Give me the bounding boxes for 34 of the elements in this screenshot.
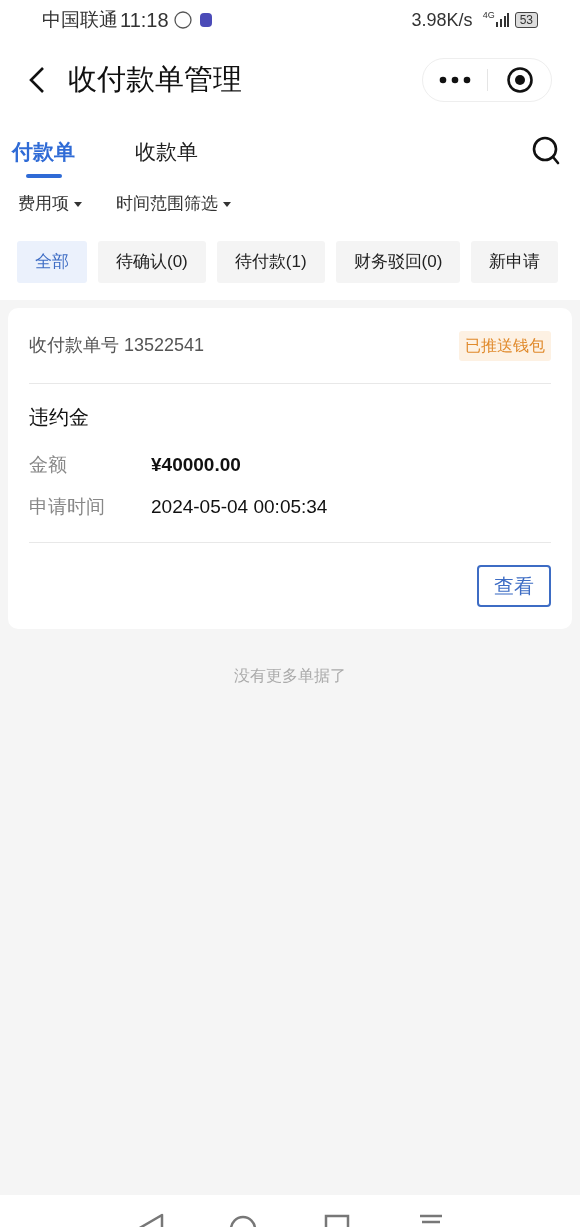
view-button[interactable]: 查看 xyxy=(477,565,551,607)
signal-icon xyxy=(494,13,509,27)
field-value: ¥40000.00 xyxy=(151,452,241,477)
order-number: 收付款单号 13522541 xyxy=(29,334,205,357)
notification-icon xyxy=(172,10,193,30)
network-speed: 3.98K/s xyxy=(411,8,473,32)
fee-type: 违约金 xyxy=(29,405,90,430)
network-type: 4G xyxy=(482,11,495,20)
filter-dropdown[interactable]: 费用项 xyxy=(18,191,82,217)
target-circle-icon xyxy=(505,66,534,94)
field-value: 2024-05-04 00:05:34 xyxy=(151,494,328,519)
field-label: 金额 xyxy=(29,452,68,477)
caret-icon xyxy=(223,201,231,207)
carrier: 中国联通 xyxy=(42,7,118,32)
tab[interactable]: 付款单 xyxy=(12,136,75,178)
status-filter-chip[interactable]: 财务驳回(0) xyxy=(335,241,461,283)
caret-icon xyxy=(74,201,82,207)
status-filter-chip[interactable]: 待确认(0) xyxy=(98,241,206,283)
app-badge-icon xyxy=(198,12,213,28)
field-label: 申请时间 xyxy=(29,494,106,519)
end-of-list-text: 没有更多单据了 xyxy=(233,666,347,686)
status-tag: 已推送钱包 xyxy=(459,330,551,361)
battery-indicator: 53 xyxy=(514,12,538,28)
tab[interactable]: 收款单 xyxy=(135,136,198,178)
home-nav-icon[interactable] xyxy=(228,1213,258,1227)
status-filter-chip[interactable]: 全部 xyxy=(17,241,87,283)
page-title: 收付款单管理 xyxy=(68,62,242,98)
filter-dropdown[interactable]: 时间范围筛选 xyxy=(116,191,231,217)
more-dots-icon xyxy=(439,76,471,84)
search-button[interactable] xyxy=(532,136,560,166)
recents-nav-icon[interactable] xyxy=(322,1213,352,1227)
clock-time: 11:18 xyxy=(120,8,169,33)
status-filter-chip[interactable]: 新申请 xyxy=(471,241,559,283)
status-filter-chip[interactable]: 待付款(1) xyxy=(216,241,325,283)
